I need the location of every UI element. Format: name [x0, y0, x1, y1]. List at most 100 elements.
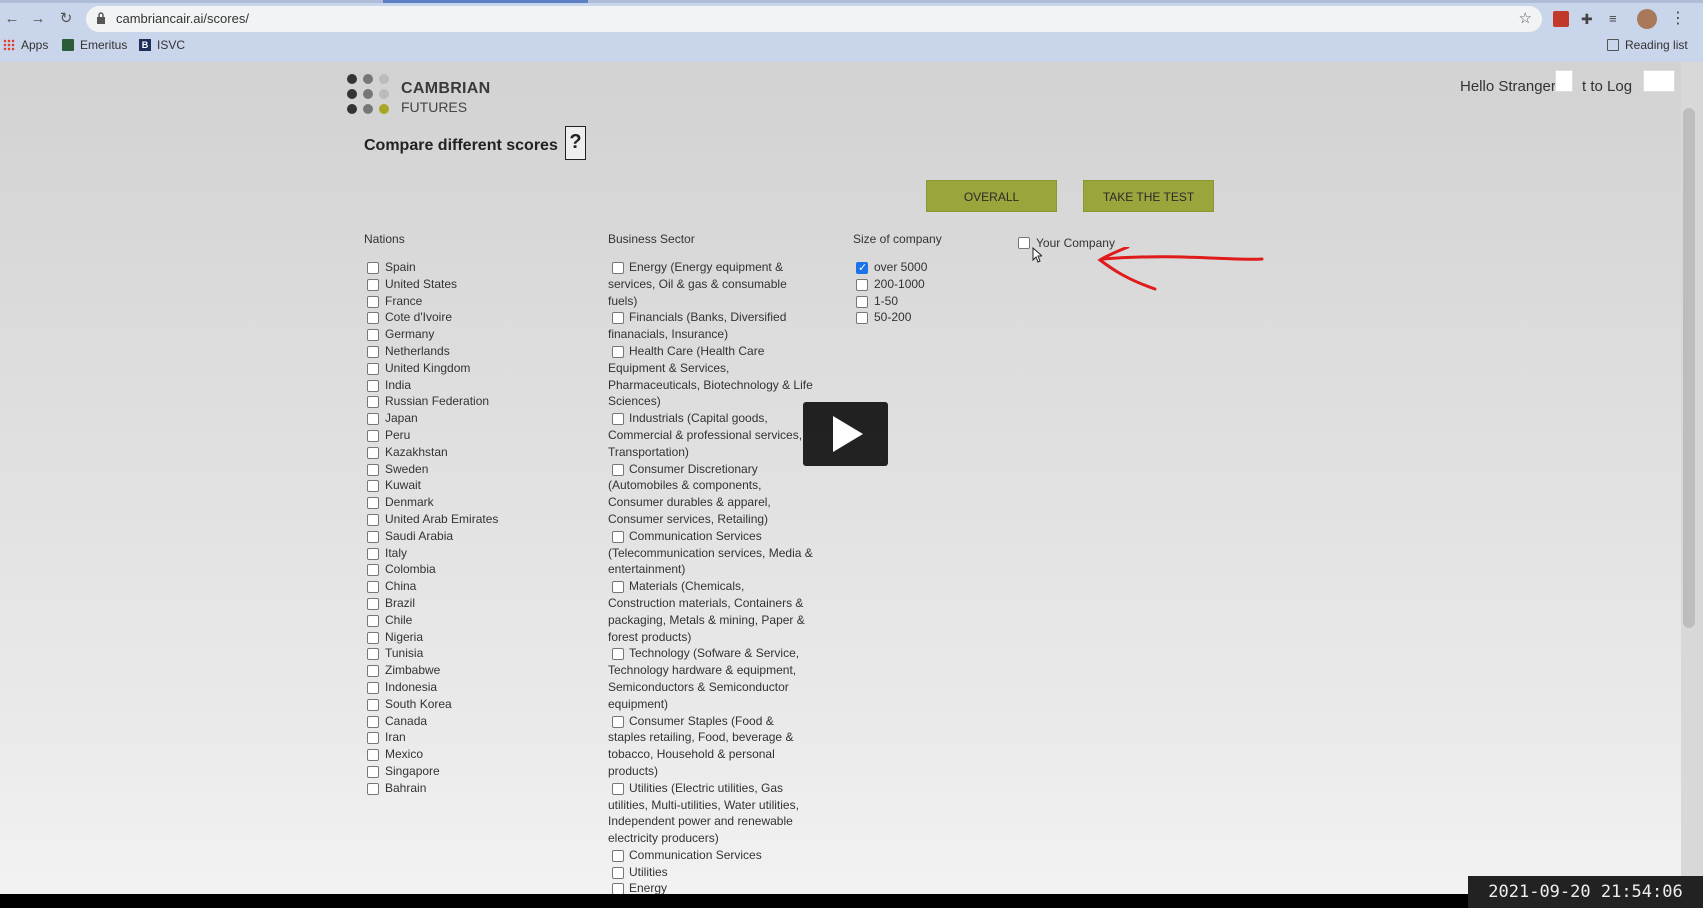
nation-option[interactable]: South Korea — [364, 696, 498, 713]
checkbox[interactable] — [367, 698, 379, 711]
checkbox[interactable] — [367, 715, 379, 728]
nation-option[interactable]: India — [364, 377, 498, 394]
sector-option[interactable]: Technology (Sofware & Service, Technolog… — [608, 645, 813, 712]
checkbox[interactable] — [367, 329, 379, 342]
checkbox[interactable] — [367, 413, 379, 426]
checkbox[interactable] — [612, 530, 624, 543]
nation-option[interactable]: Denmark — [364, 494, 498, 511]
sector-option[interactable]: Consumer Discretionary (Automobiles & co… — [608, 461, 813, 528]
bookmark-apps[interactable]: Apps — [3, 38, 48, 52]
checkbox[interactable] — [367, 581, 379, 594]
checkbox[interactable] — [856, 312, 868, 325]
checkbox[interactable] — [367, 463, 379, 476]
checkbox[interactable] — [612, 581, 624, 594]
nation-option[interactable]: United Arab Emirates — [364, 511, 498, 528]
nation-option[interactable]: Chile — [364, 612, 498, 629]
nation-option[interactable]: Zimbabwe — [364, 662, 498, 679]
scrollbar-thumb[interactable] — [1683, 108, 1695, 628]
play-button[interactable] — [803, 402, 888, 466]
nation-option[interactable]: Canada — [364, 713, 498, 730]
bookmark-star-icon[interactable]: ☆ — [1519, 9, 1532, 27]
size-option[interactable]: over 5000 — [853, 259, 927, 277]
checkbox[interactable] — [367, 732, 379, 745]
checkbox[interactable] — [367, 765, 379, 778]
nation-option[interactable]: Germany — [364, 326, 498, 343]
nation-option[interactable]: Nigeria — [364, 629, 498, 646]
nation-option[interactable]: Bahrain — [364, 780, 498, 797]
checkbox[interactable] — [367, 749, 379, 762]
checkbox[interactable] — [612, 849, 624, 862]
checkbox[interactable] — [367, 379, 379, 392]
checkbox[interactable] — [367, 530, 379, 543]
bookmark-emeritus[interactable]: Emeritus — [62, 38, 127, 52]
nation-option[interactable]: Brazil — [364, 595, 498, 612]
nation-option[interactable]: Saudi Arabia — [364, 528, 498, 545]
checkbox[interactable] — [367, 631, 379, 644]
checkbox[interactable] — [367, 513, 379, 526]
overall-button[interactable]: OVERALL — [926, 180, 1057, 212]
checkbox[interactable] — [612, 413, 624, 426]
checkbox[interactable] — [367, 295, 379, 308]
size-option[interactable]: 200-1000 — [853, 276, 927, 293]
checkbox[interactable] — [612, 262, 624, 274]
checkbox[interactable] — [367, 345, 379, 358]
sector-option[interactable]: Energy (Energy equipment & services, Oil… — [608, 259, 813, 309]
address-bar[interactable]: cambriancair.ai/scores/ ☆ — [86, 6, 1542, 32]
checkbox[interactable] — [367, 681, 379, 694]
checkbox[interactable] — [612, 866, 624, 879]
checkbox[interactable] — [367, 262, 379, 274]
checkbox[interactable] — [856, 278, 868, 291]
forward-icon[interactable]: → — [28, 9, 48, 29]
sector-option[interactable]: Communication Services — [608, 847, 813, 864]
checkbox[interactable] — [367, 446, 379, 459]
nation-option[interactable]: France — [364, 293, 498, 310]
checkbox[interactable] — [856, 295, 868, 308]
sector-option[interactable]: Energy — [608, 880, 813, 894]
nation-option[interactable]: Italy — [364, 545, 498, 562]
checkbox[interactable] — [612, 715, 624, 728]
checkbox[interactable] — [367, 312, 379, 325]
nation-option[interactable]: Kazakhstan — [364, 444, 498, 461]
nation-option[interactable]: China — [364, 578, 498, 595]
checkbox[interactable] — [367, 396, 379, 409]
nation-option[interactable]: Russian Federation — [364, 393, 498, 410]
checkbox[interactable] — [367, 480, 379, 493]
extension-icon[interactable] — [1553, 11, 1569, 27]
checkbox[interactable] — [367, 597, 379, 610]
checkbox[interactable] — [367, 278, 379, 291]
checkbox[interactable] — [367, 362, 379, 375]
sector-option[interactable]: Utilities — [608, 864, 813, 881]
sector-option[interactable]: Materials (Chemicals, Construction mater… — [608, 578, 813, 645]
nation-option[interactable]: Mexico — [364, 746, 498, 763]
cambrian-futures-logo[interactable]: CAMBRIAN FUTURES — [347, 72, 497, 116]
sector-option[interactable]: Consumer Staples (Food & staples retaili… — [608, 713, 813, 780]
sector-option[interactable]: Health Care (Health Care Equipment & Ser… — [608, 343, 813, 410]
checkbox[interactable] — [1018, 237, 1030, 249]
checkbox[interactable] — [612, 883, 624, 894]
profile-avatar[interactable] — [1637, 9, 1657, 29]
sector-option[interactable]: Utilities (Electric utilities, Gas utili… — [608, 780, 813, 847]
reload-icon[interactable]: ↻ — [56, 9, 76, 29]
sector-option[interactable]: Communication Services (Telecommunicatio… — [608, 528, 813, 578]
checkbox[interactable] — [367, 665, 379, 678]
checkbox[interactable] — [612, 345, 624, 358]
bookmark-isvc[interactable]: B ISVC — [139, 38, 185, 52]
size-option[interactable]: 50-200 — [853, 309, 927, 326]
nation-option[interactable]: United States — [364, 276, 498, 293]
media-control-icon[interactable]: ≡ — [1609, 11, 1625, 27]
nation-option[interactable]: Sweden — [364, 461, 498, 478]
back-icon[interactable]: ← — [2, 9, 22, 29]
login-link[interactable]: t to Log — [1582, 78, 1632, 95]
size-option[interactable]: 1-50 — [853, 293, 927, 310]
nation-option[interactable]: Tunisia — [364, 645, 498, 662]
url-text[interactable]: cambriancair.ai/scores/ — [116, 11, 249, 26]
checkbox[interactable] — [612, 312, 624, 325]
nation-option[interactable]: Singapore — [364, 763, 498, 780]
nation-option[interactable]: Cote d'Ivoire — [364, 309, 498, 326]
browser-menu-icon[interactable]: ⋮ — [1670, 11, 1686, 27]
sector-option[interactable]: Financials (Banks, Diversified finanacia… — [608, 309, 813, 343]
nation-option[interactable]: Iran — [364, 729, 498, 746]
nation-option[interactable]: Netherlands — [364, 343, 498, 360]
checkbox[interactable] — [856, 260, 868, 277]
nation-option[interactable]: Japan — [364, 410, 498, 427]
